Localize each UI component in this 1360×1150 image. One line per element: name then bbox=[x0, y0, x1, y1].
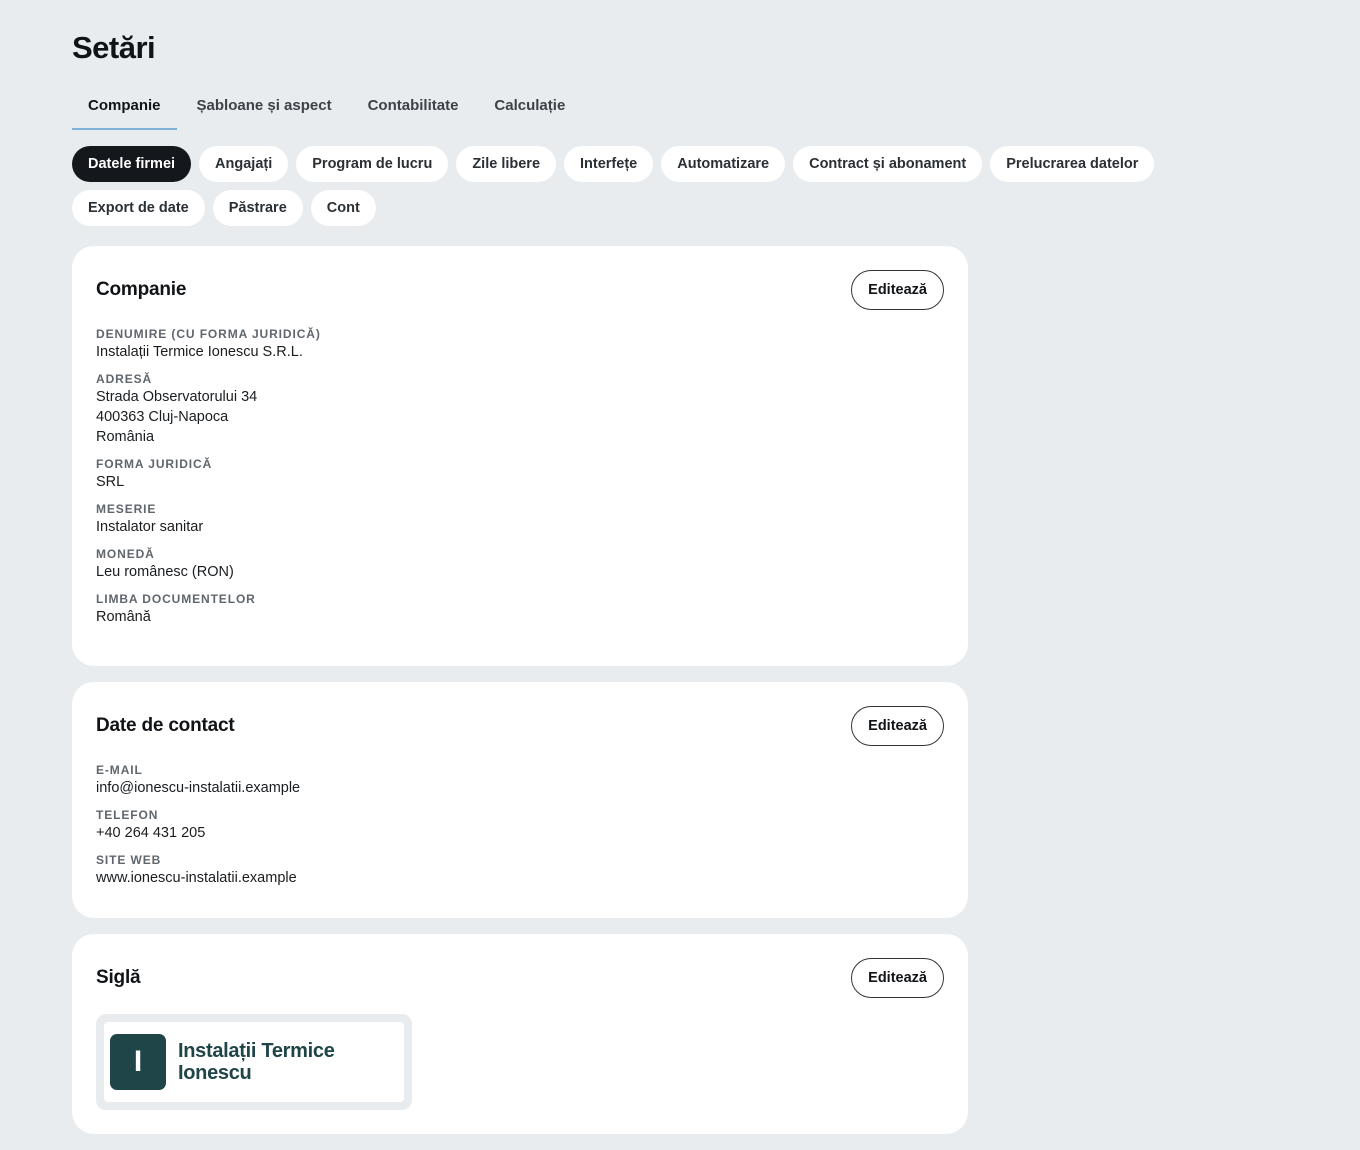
field-label: Denumire (cu forma juridică) bbox=[96, 327, 321, 341]
website-value: www.ionescu-instalatii.example bbox=[96, 870, 297, 886]
email-field: E-mail info@ionescu-instalatii.example bbox=[96, 762, 944, 798]
subnav-contract-si-abonament[interactable]: Contract și abonament bbox=[793, 146, 983, 182]
company-logo: I Instalații Termice Ionescu bbox=[104, 1022, 404, 1102]
subnav-prelucrarea-datelor[interactable]: Prelucrarea datelor bbox=[990, 146, 1155, 182]
address-line-1: Strada Observatorului 34 bbox=[96, 389, 258, 405]
email-value: info@ionescu-instalatii.example bbox=[96, 780, 301, 796]
website-field: Site web www.ionescu-instalatii.example bbox=[96, 852, 944, 888]
field-label: Telefon bbox=[96, 808, 159, 822]
legal-form-field: Forma juridică SRL bbox=[96, 456, 944, 492]
logo-wordmark: Instalații Termice Ionescu bbox=[178, 1040, 335, 1084]
field-label: Monedă bbox=[96, 547, 155, 561]
subnav-angajati[interactable]: Angajați bbox=[199, 146, 289, 182]
company-name-field: Denumire (cu forma juridică) Instalații … bbox=[96, 326, 944, 362]
legal-form-value: SRL bbox=[96, 474, 125, 490]
tab-calculatie[interactable]: Calculație bbox=[478, 84, 581, 130]
subnav-cont[interactable]: Cont bbox=[310, 190, 376, 226]
currency-value: Leu românesc (RON) bbox=[96, 564, 234, 580]
logo-text-line-2: Ionescu bbox=[178, 1062, 252, 1084]
currency-field: Monedă Leu românesc (RON) bbox=[96, 546, 944, 582]
tab-companie[interactable]: Companie bbox=[72, 84, 177, 130]
company-fields: Denumire (cu forma juridică) Instalații … bbox=[96, 326, 944, 627]
company-card: Companie Editează Denumire (cu forma jur… bbox=[72, 246, 968, 666]
settings-page: Setări Companie Șabloane și aspect Conta… bbox=[0, 0, 1360, 1150]
logo-card: Siglă Editează I Instalații Termice Ione… bbox=[72, 934, 968, 1134]
subnav-datele-firmei[interactable]: Datele firmei bbox=[72, 146, 192, 182]
phone-value: +40 264 431 205 bbox=[96, 825, 206, 841]
doc-language-value: Română bbox=[96, 609, 151, 625]
field-label: E-mail bbox=[96, 763, 143, 777]
settings-tabs: Companie Șabloane și aspect Contabilitat… bbox=[72, 84, 585, 130]
contact-card-title: Date de contact bbox=[96, 715, 235, 736]
logo-edit-button[interactable]: Editează bbox=[851, 958, 944, 998]
logo-card-title: Siglă bbox=[96, 967, 141, 988]
company-subnav: Datele firmei Angajați Program de lucru … bbox=[72, 146, 1292, 226]
contact-edit-button[interactable]: Editează bbox=[851, 706, 944, 746]
field-label: Meserie bbox=[96, 502, 157, 516]
doc-language-field: Limba documentelor Română bbox=[96, 591, 944, 627]
subnav-program-de-lucru[interactable]: Program de lucru bbox=[296, 146, 449, 182]
subnav-pastrare[interactable]: Păstrare bbox=[212, 190, 303, 226]
address-line-2: 400363 Cluj-Napoca bbox=[96, 409, 229, 425]
company-edit-button[interactable]: Editează bbox=[851, 270, 944, 310]
subnav-zile-libere[interactable]: Zile libere bbox=[456, 146, 557, 182]
field-label: Forma juridică bbox=[96, 457, 213, 471]
field-label: Site web bbox=[96, 853, 162, 867]
contact-fields: E-mail info@ionescu-instalatii.example T… bbox=[96, 762, 944, 888]
company-card-title: Companie bbox=[96, 279, 187, 300]
company-name-value: Instalații Termice Ionescu S.R.L. bbox=[96, 344, 303, 360]
trade-value: Instalator sanitar bbox=[96, 519, 204, 535]
tab-sabloane-si-aspect[interactable]: Șabloane și aspect bbox=[181, 84, 348, 130]
subnav-interfete[interactable]: Interfețe bbox=[564, 146, 654, 182]
logo-card-header: Siglă Editează bbox=[96, 958, 944, 998]
field-label: Adresă bbox=[96, 372, 153, 386]
tab-contabilitate[interactable]: Contabilitate bbox=[352, 84, 475, 130]
trade-field: Meserie Instalator sanitar bbox=[96, 501, 944, 537]
contact-card-header: Date de contact Editează bbox=[96, 706, 944, 746]
logo-text-line-1: Instalații Termice bbox=[178, 1040, 335, 1062]
logo-preview: I Instalații Termice Ionescu bbox=[96, 1014, 412, 1110]
page-title: Setări bbox=[72, 30, 156, 65]
address-field: Adresă Strada Observatorului 34 400363 C… bbox=[96, 371, 944, 447]
address-line-3: România bbox=[96, 429, 155, 445]
subnav-automatizare[interactable]: Automatizare bbox=[661, 146, 786, 182]
subnav-export-de-date[interactable]: Export de date bbox=[72, 190, 205, 226]
contact-card: Date de contact Editează E-mail info@ion… bbox=[72, 682, 968, 918]
field-label: Limba documentelor bbox=[96, 592, 256, 606]
company-card-header: Companie Editează bbox=[96, 270, 944, 310]
logo-mark: I bbox=[110, 1034, 166, 1090]
phone-field: Telefon +40 264 431 205 bbox=[96, 807, 944, 843]
